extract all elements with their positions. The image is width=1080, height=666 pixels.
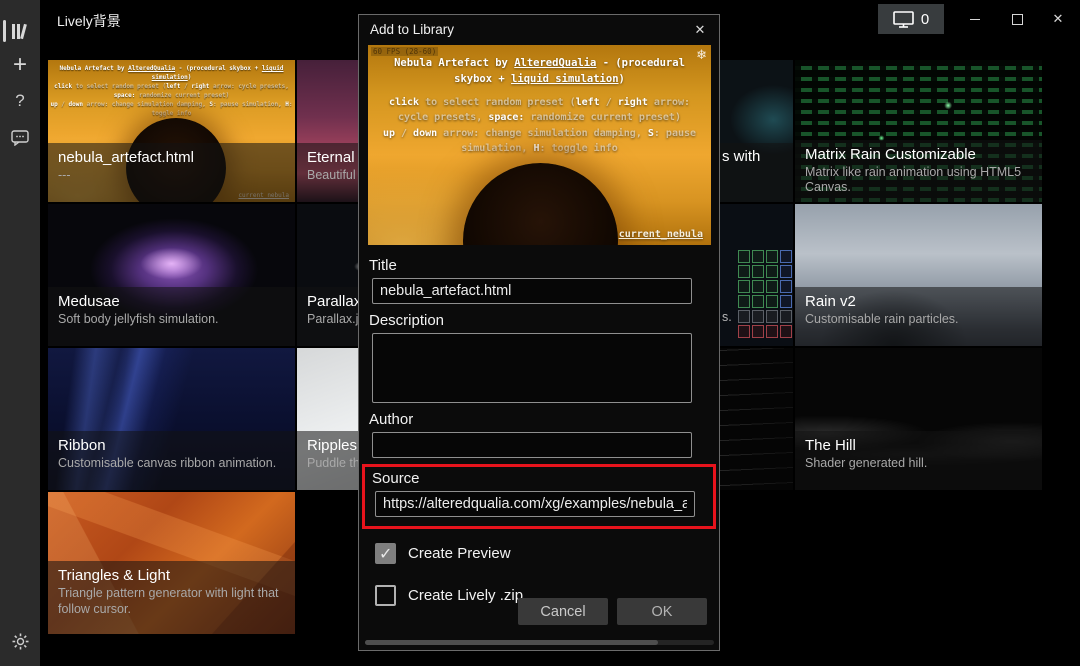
tile-title: Medusae (58, 292, 295, 312)
minimize-icon (970, 19, 980, 20)
scrollbar-thumb[interactable] (365, 640, 658, 645)
lively-wallpaper-window: + ? Lively背景 0 ✕ Nebula A (0, 0, 1080, 666)
description-label: Description (369, 312, 719, 329)
feedback-icon (11, 130, 29, 146)
preview-watermark: current_nebula (619, 229, 703, 240)
ok-button[interactable]: OK (617, 598, 707, 625)
tile-subtitle: Matrix like rain animation using HTML5 C… (805, 165, 1042, 196)
add-to-library-dialog: Add to Library ✕ 60 FPS (28-60) ❄ Nebula… (358, 14, 720, 651)
tile-title: Triangles & Light (58, 566, 295, 586)
sidebar-item-add-wallpaper[interactable]: + (0, 48, 40, 82)
close-icon: ✕ (695, 22, 706, 38)
tile-subtitle: Customisable canvas ribbon animation. (58, 456, 295, 472)
settings-icon (12, 633, 29, 650)
tile-subtitle: Customisable rain particles. (805, 312, 1042, 328)
create-preview-label: Create Preview (408, 545, 511, 562)
sidebar-item-feedback[interactable] (0, 121, 40, 155)
source-label: Source (372, 470, 713, 487)
tile-subtitle: Shader generated hill. (805, 456, 1042, 472)
sidebar-item-settings[interactable] (0, 624, 40, 658)
monitor-icon (893, 11, 914, 28)
create-preview-checkbox[interactable] (375, 543, 396, 564)
tile-title: nebula_artefact.html (58, 148, 295, 168)
tile-title: Matrix Rain Customizable (805, 145, 1042, 165)
tile-title: Rain v2 (805, 292, 1042, 312)
title-label: Title (369, 257, 719, 274)
tile-mini-heading: Nebula Artefact by AlteredQualia - (proc… (48, 64, 295, 82)
sidebar-item-library[interactable] (0, 14, 40, 48)
wallpaper-tile-medusae[interactable]: Medusae Soft body jellyfish simulation. (48, 204, 295, 346)
help-icon: ? (15, 91, 24, 111)
maximize-button[interactable] (1002, 6, 1032, 32)
cancel-button[interactable]: Cancel (518, 598, 608, 625)
tile-subtitle-fragment: s. (722, 310, 732, 324)
wallpaper-tile-nebula-artefact[interactable]: Nebula Artefact by AlteredQualia - (proc… (48, 60, 295, 202)
planet-graphic (463, 163, 618, 245)
periodic-table-graphic (738, 250, 792, 338)
wallpaper-tile-matrix-rain[interactable]: Matrix Rain Customizable Matrix like rai… (795, 60, 1042, 202)
dialog-title: Add to Library (370, 22, 454, 37)
tile-title: Ribbon (58, 436, 295, 456)
description-input[interactable] (372, 333, 692, 403)
close-icon: ✕ (1053, 11, 1064, 27)
tile-subtitle: --- (58, 168, 295, 184)
screen-layout-button[interactable]: 0 (878, 4, 944, 34)
tile-subtitle: Soft body jellyfish simulation. (58, 312, 295, 328)
app-title: Lively背景 (57, 11, 121, 31)
preview-help-line-1: click to select random preset (left / ri… (374, 95, 705, 126)
sidebar-item-help[interactable]: ? (0, 84, 40, 118)
minimize-button[interactable] (960, 6, 990, 32)
wallpaper-tile-the-hill[interactable]: The Hill Shader generated hill. (795, 348, 1042, 490)
title-input[interactable] (372, 278, 692, 304)
wallpaper-preview: 60 FPS (28-60) ❄ Nebula Artefact by Alte… (368, 45, 711, 245)
wallpaper-tile-rain-v2[interactable]: Rain v2 Customisable rain particles. (795, 204, 1042, 346)
sidebar: + ? (0, 0, 40, 666)
preview-help-line-2: up / down arrow: change simulation dampi… (374, 126, 705, 157)
library-icon (11, 23, 29, 40)
maximize-icon (1012, 14, 1023, 25)
tile-title: The Hill (805, 436, 1042, 456)
wallpaper-tile-triangles-light[interactable]: Triangles & Light Triangle pattern gener… (48, 492, 295, 634)
source-input[interactable] (375, 491, 695, 517)
plus-icon: + (13, 53, 27, 77)
create-preview-checkbox-row[interactable]: Create Preview (375, 543, 719, 564)
author-label: Author (369, 411, 719, 428)
wallpaper-tile-ribbon[interactable]: Ribbon Customisable canvas ribbon animat… (48, 348, 295, 490)
tile-subtitle: Triangle pattern generator with light th… (58, 586, 283, 617)
tile-mini-help2: up / down arrow: change simulation dampi… (48, 100, 295, 118)
monitor-count: 0 (921, 11, 929, 28)
preview-heading: Nebula Artefact by AlteredQualia - (proc… (374, 55, 705, 88)
close-button[interactable]: ✕ (1043, 6, 1073, 32)
dialog-horizontal-scrollbar[interactable] (365, 640, 714, 645)
source-annotation-highlight: Source (362, 464, 716, 529)
author-input[interactable] (372, 432, 692, 458)
tile-mini-help1: click to select random preset (left / ri… (48, 82, 295, 100)
dialog-close-button[interactable]: ✕ (687, 18, 713, 42)
